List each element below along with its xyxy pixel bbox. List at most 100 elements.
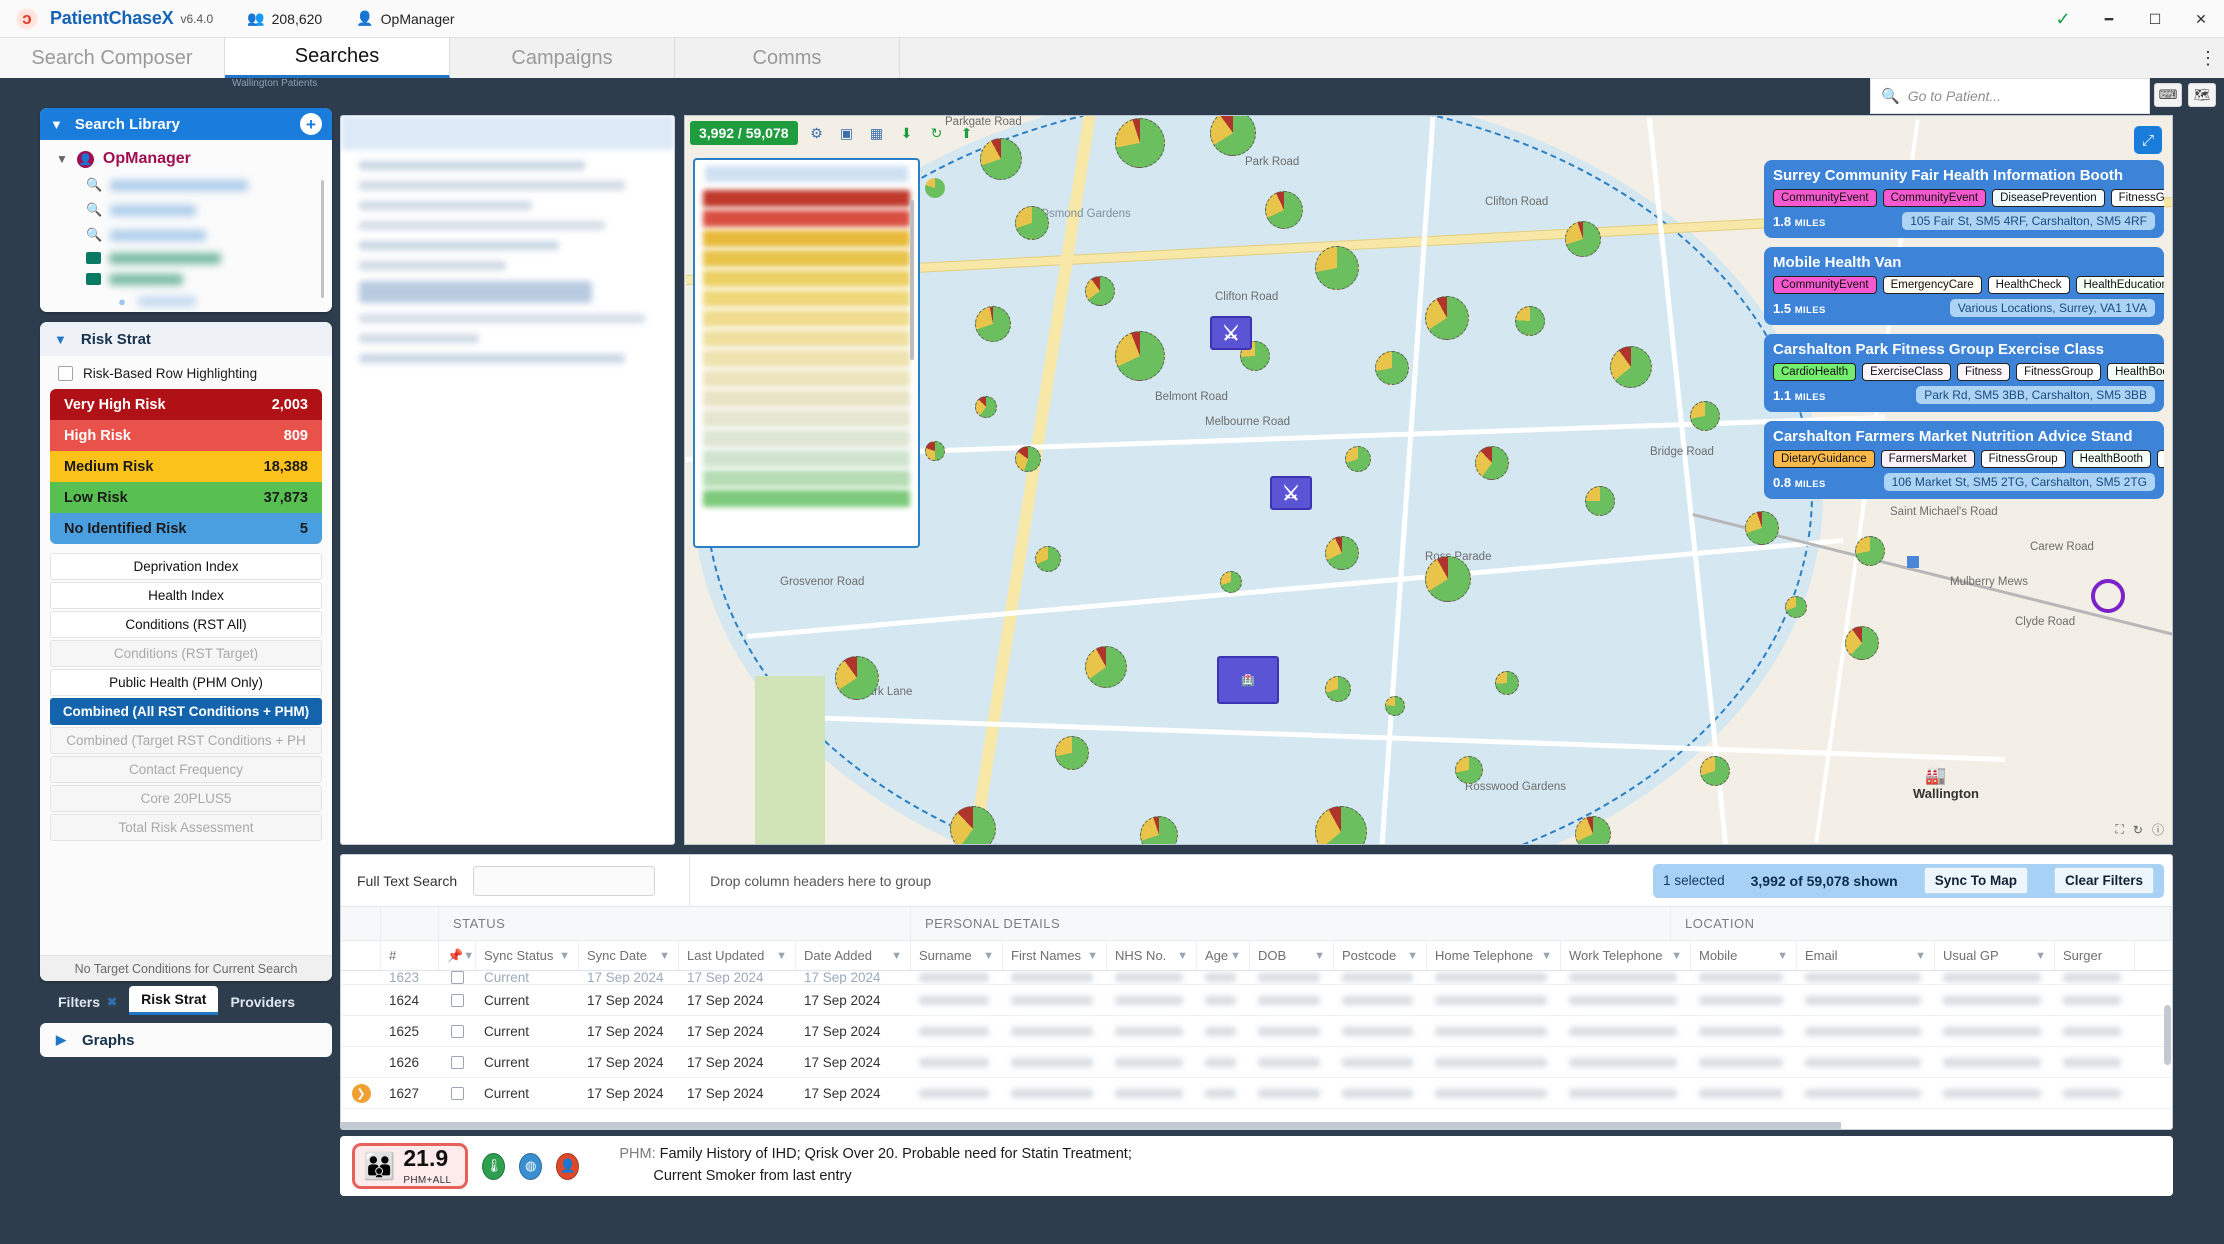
table-row[interactable]: ❯1627Current17 Sep 202417 Sep 202417 Sep… <box>341 1078 2172 1109</box>
row-select-checkbox[interactable] <box>439 971 476 984</box>
map-patient-cluster[interactable] <box>1745 511 1779 545</box>
map-info-card-2[interactable]: Carshalton Park Fitness Group Exercise C… <box>1764 334 2164 412</box>
full-text-search-input[interactable] <box>473 866 655 896</box>
filter-icon[interactable]: ▼ <box>2035 950 2046 962</box>
tree-item-search-3[interactable]: 🔍 <box>86 227 332 243</box>
grid-column-usual-gp[interactable]: Usual GP▼ <box>1935 941 2055 970</box>
map-patient-cluster[interactable] <box>1015 206 1049 240</box>
map-patient-cluster[interactable] <box>1495 671 1519 695</box>
checkbox-icon[interactable] <box>451 971 464 984</box>
tree-root-opmanager[interactable]: ▼ 👤 OpManager <box>56 150 332 168</box>
grid-column-postcode[interactable]: Postcode▼ <box>1334 941 1427 970</box>
sync-to-map-button[interactable]: Sync To Map <box>1924 867 2028 894</box>
map-patient-cluster[interactable] <box>1585 486 1615 516</box>
map-patient-cluster[interactable] <box>1220 571 1242 593</box>
map-patient-cluster[interactable] <box>1085 276 1115 306</box>
map-info-tag[interactable]: CommunityEvent <box>1883 189 1987 207</box>
settings-icon[interactable]: ⚙ <box>806 122 828 144</box>
map-patient-cluster[interactable] <box>1690 401 1720 431</box>
map-info-tag[interactable]: CommunityEvent <box>1773 276 1877 294</box>
grid-column-email[interactable]: Email▼ <box>1797 941 1935 970</box>
risk-score-badge[interactable]: 👪 21.9 PHM+ALL <box>352 1143 468 1189</box>
tab-search-composer[interactable]: Search Composer <box>0 38 225 78</box>
risk-index-option-2[interactable]: Conditions (RST All) <box>50 611 322 638</box>
grid-column--[interactable]: # <box>381 941 439 970</box>
close-button[interactable]: ✕ <box>2178 0 2224 38</box>
tree-item-child-1[interactable]: ● <box>114 294 332 309</box>
map-patient-cluster[interactable] <box>1785 596 1807 618</box>
filter-icon[interactable]: ▼ <box>659 950 670 962</box>
map-point-marker[interactable] <box>1907 556 1919 568</box>
tree-item-search-2[interactable]: 🔍 <box>86 202 332 218</box>
maximize-button[interactable]: ☐ <box>2132 0 2178 38</box>
risk-index-option-0[interactable]: Deprivation Index <box>50 553 322 580</box>
risk-band-1[interactable]: High Risk809 <box>50 420 322 451</box>
chevron-down-icon[interactable]: ▼ <box>56 152 68 166</box>
filter-icon[interactable]: ▼ <box>891 950 902 962</box>
map-hospital-marker[interactable]: ⚔ <box>1270 476 1312 510</box>
map-patient-cluster[interactable] <box>1015 446 1041 472</box>
map-patient-cluster[interactable] <box>925 441 945 461</box>
add-search-button[interactable]: + <box>300 113 322 135</box>
map-patient-cluster[interactable] <box>975 306 1011 342</box>
map-patient-cluster[interactable] <box>1700 756 1730 786</box>
risk-row-highlight-toggle[interactable]: Risk-Based Row Highlighting <box>40 356 332 389</box>
map-info-card-1[interactable]: Mobile Health VanCommunityEventEmergency… <box>1764 247 2164 325</box>
map-patient-cluster[interactable] <box>1475 446 1509 480</box>
map-patient-cluster[interactable] <box>1115 331 1165 381</box>
filter-icon[interactable]: ▼ <box>1541 950 1552 962</box>
grid-column-mobile[interactable]: Mobile▼ <box>1691 941 1797 970</box>
map-station-icon[interactable]: 🏭 <box>1925 766 1946 786</box>
map-info-tag[interactable]: HealthEducation <box>2076 276 2165 294</box>
filter-icon[interactable]: ▼ <box>1777 950 1788 962</box>
current-user[interactable]: 👤 OpManager <box>356 10 454 27</box>
map-icon[interactable]: 🗺 <box>2188 83 2216 107</box>
filter-icon[interactable]: ▼ <box>1407 950 1418 962</box>
map-patient-cluster[interactable] <box>1325 536 1359 570</box>
map-info-tag[interactable]: Fitness <box>1957 363 2010 381</box>
grid-column-surname[interactable]: Surname▼ <box>911 941 1003 970</box>
grid-column-nhs-no-[interactable]: NHS No.▼ <box>1107 941 1197 970</box>
chevron-down-icon[interactable]: ▼ <box>50 117 63 132</box>
row-select-checkbox[interactable] <box>439 985 476 1015</box>
map-info-icon[interactable]: ⓘ <box>2152 821 2164 838</box>
checkbox-icon[interactable] <box>451 994 464 1007</box>
map-info-tag[interactable]: EmergencyCare <box>1883 276 1982 294</box>
tree-item-search-1[interactable]: 🔍 <box>86 177 332 193</box>
map-patient-cluster[interactable] <box>1565 221 1601 257</box>
row-expand-icon[interactable]: ❯ <box>352 1084 371 1103</box>
sidebar-tab-providers[interactable]: Providers <box>218 989 307 1015</box>
grid-column-age[interactable]: Age▼ <box>1197 941 1250 970</box>
upload-icon[interactable]: ⬆ <box>956 122 978 144</box>
tree-folder-1[interactable] <box>86 252 332 264</box>
grid-column-home-telephone[interactable]: Home Telephone▼ <box>1427 941 1561 970</box>
filter-icon[interactable]: ▼ <box>1230 950 1241 962</box>
map-info-address[interactable]: 105 Fair St, SM5 4RF, Carshalton, SM5 4R… <box>1902 212 2155 230</box>
map-patient-cluster[interactable] <box>1315 246 1359 290</box>
library-scrollbar[interactable] <box>321 180 324 298</box>
download-icon[interactable]: ⬇ <box>896 122 918 144</box>
map-info-tag[interactable]: HealthBooth <box>2107 363 2164 381</box>
map-selected-location-marker[interactable] <box>2091 579 2125 613</box>
map-patient-cluster[interactable] <box>950 806 996 845</box>
layers-icon[interactable]: ▦ <box>866 122 888 144</box>
grid-column-dob[interactable]: DOB▼ <box>1250 941 1334 970</box>
group-drop-zone[interactable]: Drop column headers here to group <box>689 855 1653 907</box>
map-patient-cluster[interactable] <box>1375 351 1409 385</box>
filter-icon[interactable]: ▼ <box>1671 950 1682 962</box>
map-info-card-0[interactable]: Surrey Community Fair Health Information… <box>1764 160 2164 238</box>
map-fullscreen-button[interactable]: ⤢ <box>2134 126 2162 154</box>
map-patient-cluster[interactable] <box>1845 626 1879 660</box>
grid-column-sync-date[interactable]: Sync Date▼ <box>579 941 679 970</box>
map-patient-cluster[interactable] <box>1855 536 1885 566</box>
map-patient-cluster[interactable] <box>925 178 945 198</box>
grid-vertical-scrollbar[interactable] <box>2164 1005 2171 1065</box>
confirm-icon[interactable]: ✓ <box>2040 0 2086 38</box>
map-patient-cluster[interactable] <box>1425 296 1469 340</box>
map-info-tag[interactable]: FitnessGroup <box>1981 450 2066 468</box>
filter-icon[interactable]: ▼ <box>1177 950 1188 962</box>
person-icon[interactable]: 👤 <box>556 1153 579 1180</box>
chevron-down-icon[interactable]: ▼ <box>54 332 67 347</box>
risk-band-2[interactable]: Medium Risk18,388 <box>50 451 322 482</box>
grid-column-pin-icon[interactable]: 📌▼ <box>439 941 476 970</box>
